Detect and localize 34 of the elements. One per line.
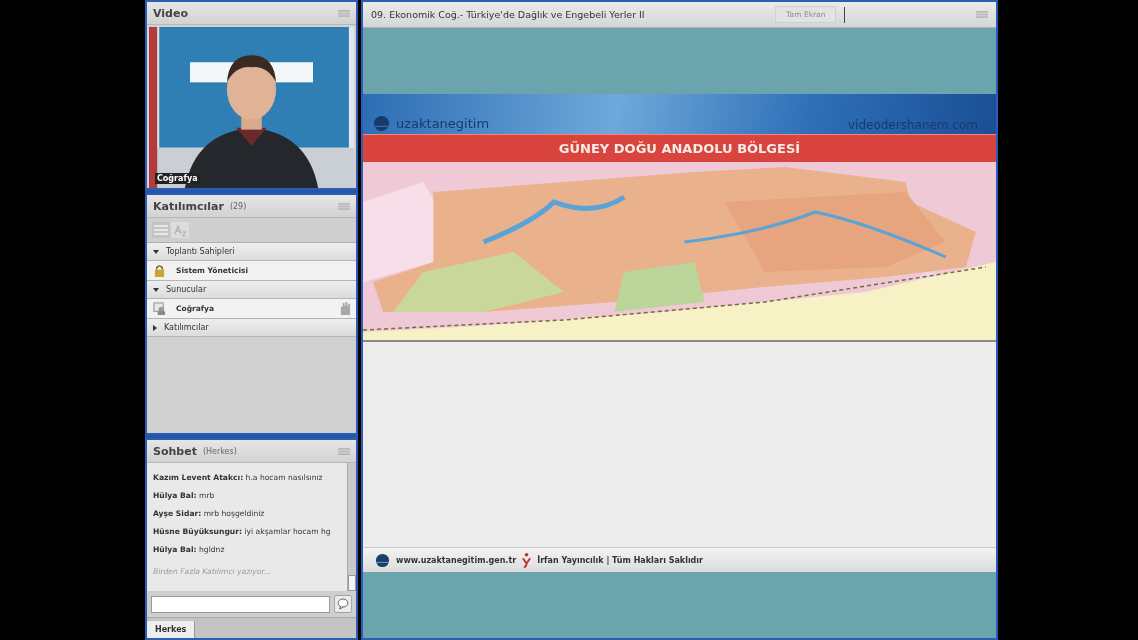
expand-icon[interactable]	[153, 249, 159, 254]
site-address: videodershanem.com	[847, 118, 978, 132]
pod-title: Sohbet	[153, 444, 197, 458]
user-screen-icon	[153, 302, 166, 315]
list-view-icon[interactable]	[152, 222, 170, 238]
video-caption: Coğrafya	[155, 173, 200, 184]
hand-icon	[339, 302, 350, 315]
group-header[interactable]: Toplantı Sahipleri	[147, 243, 356, 261]
pod-title: Video	[153, 6, 188, 20]
pod-menu-icon[interactable]	[338, 447, 350, 455]
lock-icon	[153, 264, 166, 277]
pod-menu-icon[interactable]	[976, 11, 988, 18]
chat-scope: (Herkes)	[202, 446, 237, 456]
pod-title: Katılımcılar	[153, 199, 224, 213]
group-header[interactable]: Katılımcılar	[147, 319, 356, 337]
sort-icon[interactable]	[171, 222, 189, 238]
pod-title: 09. Ekonomik Coğ.- Türkiye'de Dağlık ve Engebeli Yerler II	[371, 9, 645, 20]
slide-heading: GÜNEY DOĞU ANADOLU BÖLGESİ	[363, 134, 996, 162]
group-header[interactable]: Sunucular	[147, 281, 356, 299]
brand-name: uzaktanegitim	[396, 116, 490, 131]
expand-icon[interactable]	[153, 287, 159, 292]
publisher-logo-icon	[522, 552, 532, 568]
chat-tab[interactable]: Herkes	[147, 621, 196, 638]
message-field[interactable]	[151, 595, 330, 613]
copyright-text: İrfan Yayıncılık | Tüm Hakları Saklıdır	[537, 555, 704, 565]
participant-count: (29)	[229, 201, 247, 211]
send-button[interactable]	[334, 595, 352, 613]
footer-link[interactable]: www.uzaktanegitim.gen.tr	[396, 555, 517, 565]
pod-menu-icon[interactable]	[338, 202, 350, 210]
globe-icon	[375, 552, 390, 568]
expand-icon[interactable]	[153, 324, 157, 331]
pod-menu-icon[interactable]	[338, 9, 350, 17]
globe-icon	[373, 115, 390, 132]
scrollbar[interactable]	[347, 463, 356, 591]
